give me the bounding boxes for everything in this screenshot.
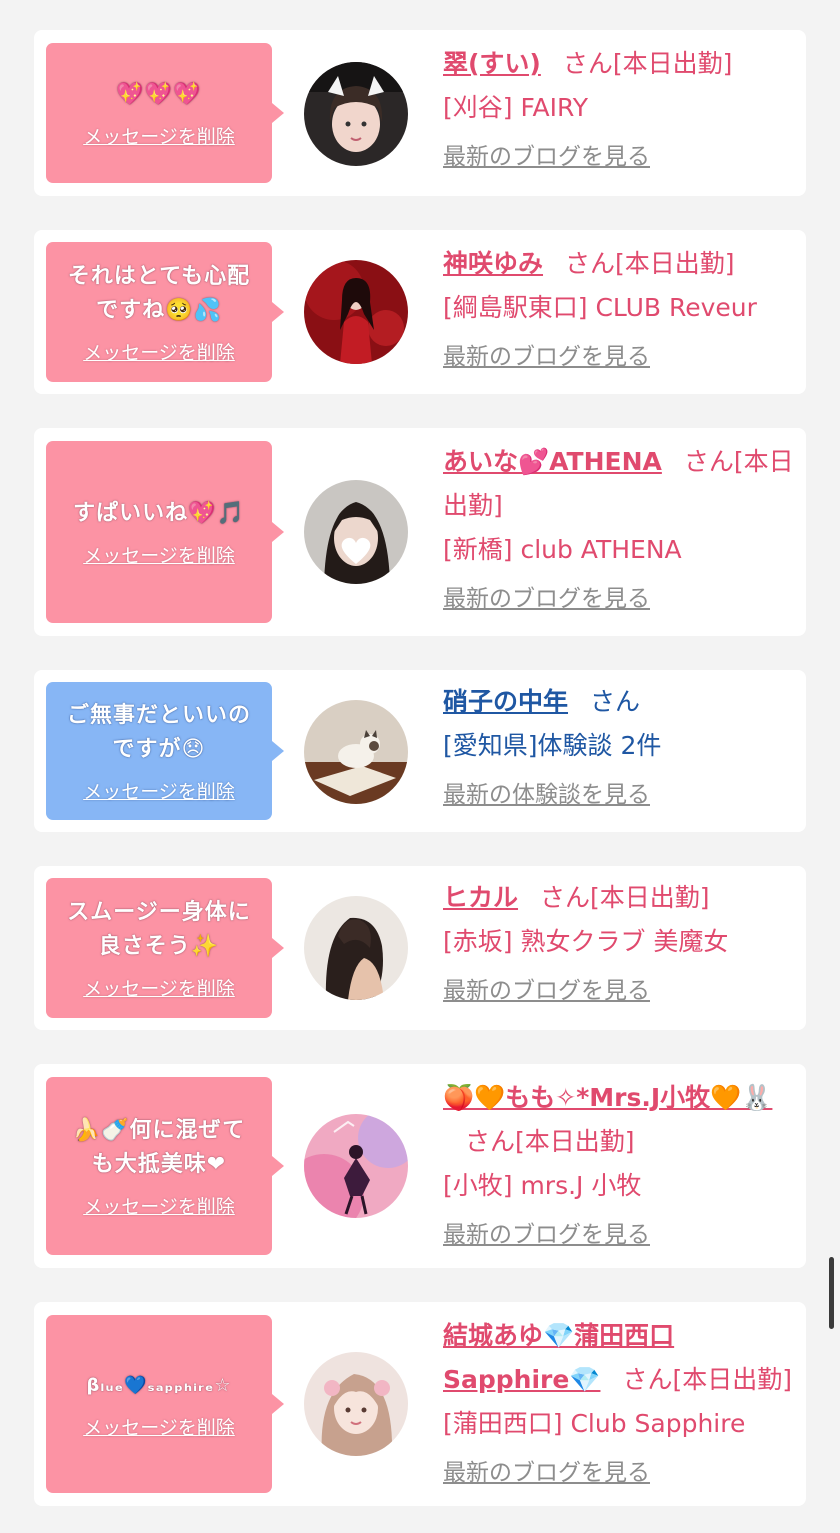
latest-blog-link[interactable]: 最新のブログを見る bbox=[443, 974, 650, 1008]
message-text: それはとても心配 ですね🥺💦 bbox=[67, 263, 251, 323]
latest-blog-link[interactable]: 最新のブログを見る bbox=[443, 340, 650, 374]
shop-text: [新橋] club ATHENA bbox=[443, 535, 682, 564]
user-name-link[interactable]: 硝子の中年 bbox=[443, 687, 568, 716]
message-card: βₗᵤₑ💙ₛₐₚₚₕᵢᵣₑ☆ メッセージを削除 結城あゆ💎蒲田西口Sapphir… bbox=[34, 1302, 806, 1506]
message-text: ご無事だといいの ですが😞 bbox=[66, 702, 251, 762]
cast-info: 翠(すい) さん[本日出勤] [刈谷] FAIRY 最新のブログを見る bbox=[443, 42, 795, 174]
message-bubble: それはとても心配 ですね🥺💦 メッセージを削除 bbox=[46, 242, 284, 382]
honorific: さん bbox=[622, 1365, 673, 1394]
delete-message-link[interactable]: メッセージを削除 bbox=[83, 974, 235, 1001]
cast-info: 🍑🧡もも✧*Mrs.J小牧🧡🐰 さん[本日出勤] [小牧] mrs.J 小牧 最新… bbox=[443, 1076, 795, 1252]
cast-avatar[interactable] bbox=[304, 896, 408, 1000]
message-bubble: βₗᵤₑ💙ₛₐₚₚₕᵢᵣₑ☆ メッセージを削除 bbox=[46, 1315, 284, 1493]
honorific: さん bbox=[562, 49, 613, 78]
cast-info: あいな💕ATHENA さん[本日出勤] [新橋] club ATHENA 最新のブ… bbox=[443, 440, 795, 616]
latest-review-link[interactable]: 最新の体験談を見る bbox=[443, 778, 650, 812]
message-list: 💖💖💖 メッセージを削除 翠(すい) さん[本日出勤] [刈谷] FAIRY 最新… bbox=[0, 0, 840, 1533]
status-text: [本日出勤] bbox=[672, 1365, 792, 1394]
message-text: βₗᵤₑ💙ₛₐₚₚₕᵢᵣₑ☆ bbox=[86, 1374, 232, 1396]
message-text: すぱいいね💖🎵 bbox=[73, 500, 245, 526]
message-text: スムージー身体に 良さそう✨ bbox=[67, 899, 251, 959]
delete-message-link[interactable]: メッセージを削除 bbox=[83, 1192, 235, 1219]
cast-name-link[interactable]: 🍑🧡もも✧*Mrs.J小牧🧡🐰 bbox=[443, 1083, 772, 1112]
cast-name-link[interactable]: ヒカル bbox=[443, 883, 518, 912]
shop-text: [小牧] mrs.J 小牧 bbox=[443, 1171, 642, 1200]
honorific: さん bbox=[565, 249, 616, 278]
shop-text: [赤坂] 熟女クラブ 美魔女 bbox=[443, 927, 729, 956]
cast-name-link[interactable]: 神咲ゆみ bbox=[443, 249, 543, 278]
message-card: すぱいいね💖🎵 メッセージを削除 あいな💕ATHENA さん[本日出勤] [新橋]… bbox=[34, 428, 806, 636]
status-text: [本日出勤] bbox=[615, 249, 735, 278]
latest-blog-link[interactable]: 最新のブログを見る bbox=[443, 140, 650, 174]
message-card: 💖💖💖 メッセージを削除 翠(すい) さん[本日出勤] [刈谷] FAIRY 最新… bbox=[34, 30, 806, 196]
latest-blog-link[interactable]: 最新のブログを見る bbox=[443, 1218, 650, 1252]
delete-message-link[interactable]: メッセージを削除 bbox=[83, 338, 235, 365]
status-text: [本日出勤] bbox=[612, 49, 733, 78]
honorific: さん bbox=[683, 447, 734, 476]
honorific: さん bbox=[465, 1127, 516, 1156]
status-text: [本日出勤] bbox=[515, 1127, 635, 1156]
cast-info: 神咲ゆみ さん[本日出勤] [綱島駅東口] CLUB Reveur 最新のブログを… bbox=[443, 242, 795, 374]
honorific: さん bbox=[590, 687, 641, 716]
review-count-text: [愛知県]体験談 2件 bbox=[443, 731, 662, 760]
message-card: 🍌🍼何に混ぜて も大抵美味❤ メッセージを削除 🍑🧡もも✧*Mrs.J小牧🧡🐰 さ… bbox=[34, 1064, 806, 1268]
user-info: 硝子の中年 さん [愛知県]体験談 2件 最新の体験談を見る bbox=[443, 680, 795, 812]
cast-name-link[interactable]: 翠(すい) bbox=[443, 49, 541, 78]
status-text: [本日出勤] bbox=[590, 883, 710, 912]
cast-name-link[interactable]: あいな💕ATHENA bbox=[443, 447, 662, 476]
message-text: 💖💖💖 bbox=[116, 81, 202, 107]
cast-avatar[interactable] bbox=[304, 260, 408, 364]
shop-text: [蒲田西口] Club Sapphire bbox=[443, 1409, 746, 1438]
cast-avatar[interactable] bbox=[304, 1114, 408, 1218]
message-card: それはとても心配 ですね🥺💦 メッセージを削除 神咲ゆみ さん[本日出勤] [綱島… bbox=[34, 230, 806, 394]
honorific: さん bbox=[540, 883, 591, 912]
cast-avatar[interactable] bbox=[304, 62, 408, 166]
message-bubble: 💖💖💖 メッセージを削除 bbox=[46, 43, 284, 183]
message-text: 🍌🍼何に混ぜて も大抵美味❤ bbox=[72, 1117, 246, 1177]
cast-avatar[interactable] bbox=[304, 480, 408, 584]
delete-message-link[interactable]: メッセージを削除 bbox=[83, 122, 235, 149]
cast-info: 結城あゆ💎蒲田西口Sapphire💎 さん[本日出勤] [蒲田西口] Club S… bbox=[443, 1314, 795, 1490]
cast-info: ヒカル さん[本日出勤] [赤坂] 熟女クラブ 美魔女 最新のブログを見る bbox=[443, 876, 795, 1008]
message-bubble: スムージー身体に 良さそう✨ メッセージを削除 bbox=[46, 878, 284, 1018]
shop-text: [綱島駅東口] CLUB Reveur bbox=[443, 293, 757, 322]
delete-message-link[interactable]: メッセージを削除 bbox=[83, 541, 235, 568]
delete-message-link[interactable]: メッセージを削除 bbox=[83, 1413, 235, 1440]
latest-blog-link[interactable]: 最新のブログを見る bbox=[443, 1456, 650, 1490]
message-card: スムージー身体に 良さそう✨ メッセージを削除 ヒカル さん[本日出勤] [赤坂]… bbox=[34, 866, 806, 1030]
shop-text: [刈谷] FAIRY bbox=[443, 93, 589, 122]
latest-blog-link[interactable]: 最新のブログを見る bbox=[443, 582, 650, 616]
message-bubble: すぱいいね💖🎵 メッセージを削除 bbox=[46, 441, 284, 623]
scrollbar-thumb[interactable] bbox=[829, 1257, 834, 1329]
message-card: ご無事だといいの ですが😞 メッセージを削除 硝子の中年 さん [愛知県]体験談 … bbox=[34, 670, 806, 832]
message-bubble: ご無事だといいの ですが😞 メッセージを削除 bbox=[46, 682, 284, 820]
delete-message-link[interactable]: メッセージを削除 bbox=[83, 777, 235, 804]
user-avatar[interactable] bbox=[304, 700, 408, 804]
cast-avatar[interactable] bbox=[304, 1352, 408, 1456]
message-bubble: 🍌🍼何に混ぜて も大抵美味❤ メッセージを削除 bbox=[46, 1077, 284, 1255]
